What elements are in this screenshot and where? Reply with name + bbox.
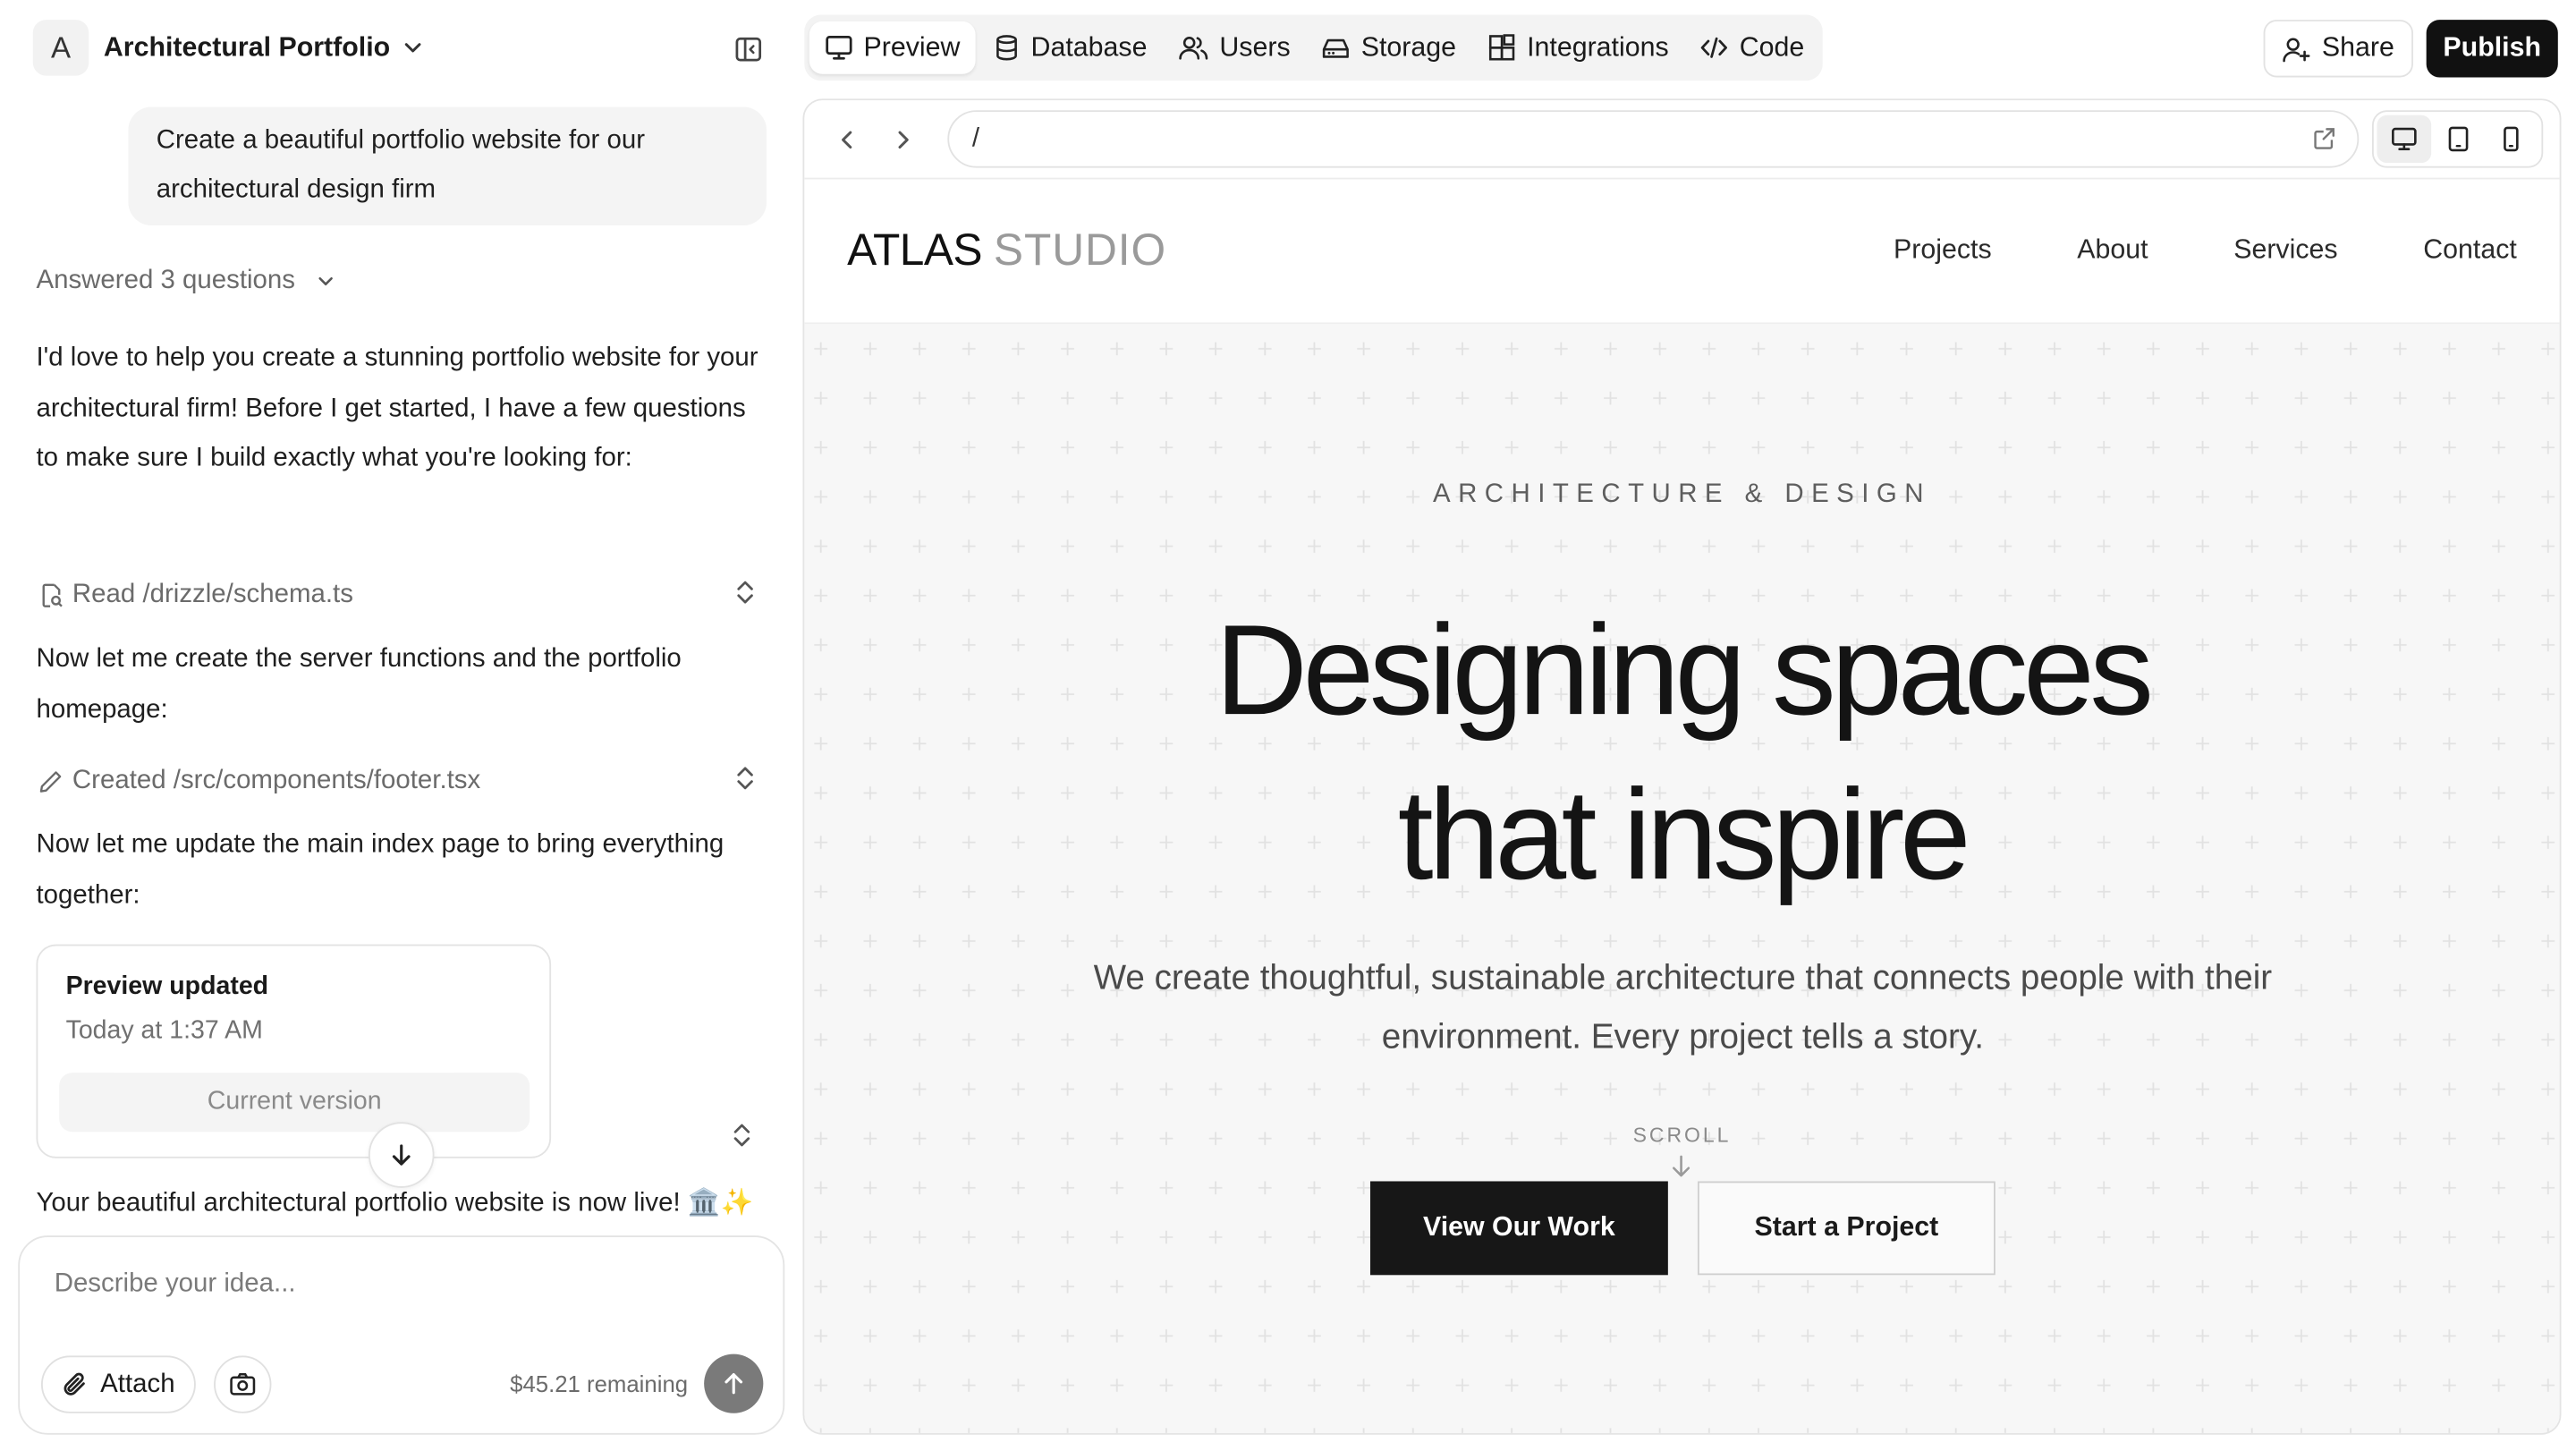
- integrations-icon: [1487, 33, 1517, 63]
- project-avatar: A: [32, 20, 89, 76]
- nav-link-about[interactable]: About: [2077, 235, 2148, 267]
- send-button[interactable]: [704, 1353, 764, 1413]
- view-our-work-button[interactable]: View Our Work: [1369, 1181, 1668, 1276]
- share-button[interactable]: Share: [2263, 20, 2413, 78]
- preview-card-title: Preview updated: [65, 972, 269, 1001]
- project-switcher[interactable]: A Architectural Portfolio: [32, 20, 427, 76]
- paperclip-icon: [61, 1370, 89, 1398]
- chat-panel: A Architectural Portfolio Create a beaut…: [0, 0, 802, 1449]
- site-nav-links: Projects About Services Contact: [1808, 235, 2517, 267]
- arrow-up-icon: [721, 1370, 747, 1396]
- logo-secondary: STUDIO: [993, 225, 1167, 276]
- logo-primary: ATLAS: [847, 225, 983, 276]
- screenshot-button[interactable]: [214, 1355, 272, 1413]
- arrow-down-icon: [1670, 1153, 1693, 1179]
- credits-remaining: $45.21 remaining: [510, 1370, 689, 1397]
- back-button[interactable]: [831, 123, 864, 157]
- chevron-right-icon: [892, 128, 915, 151]
- preview-frame: / ATLAS STUDIO Projects About Services C…: [802, 98, 2562, 1435]
- storage-icon: [1322, 33, 1352, 63]
- current-version-button[interactable]: Current version: [59, 1073, 530, 1133]
- hero-eyebrow: ARCHITECTURE & DESIGN: [1432, 480, 1931, 509]
- tab-database[interactable]: Database: [977, 21, 1162, 74]
- scroll-indicator-label: SCROLL: [1632, 1124, 1732, 1147]
- tab-storage[interactable]: Storage: [1307, 21, 1471, 74]
- chat-thread[interactable]: Create a beautiful portfolio website for…: [0, 92, 802, 1224]
- site-preview: ATLAS STUDIO Projects About Services Cont…: [804, 179, 2560, 1433]
- main-tabs: Preview Database Users Storage Integrati…: [804, 14, 1823, 81]
- answered-label: Answered 3 questions: [36, 266, 296, 295]
- monitor-icon: [824, 33, 853, 63]
- pencil-icon: [36, 767, 65, 796]
- nav-link-contact[interactable]: Contact: [2423, 235, 2517, 267]
- browser-toolbar: /: [804, 100, 2560, 180]
- file-search-icon: [36, 581, 65, 610]
- assistant-message: Your beautiful architectural portfolio w…: [36, 1189, 754, 1218]
- headline-line-2: that inspire: [1397, 761, 1971, 907]
- tab-label: Integrations: [1527, 31, 1669, 62]
- tab-label: Database: [1030, 31, 1148, 62]
- nav-link-projects[interactable]: Projects: [1894, 235, 1992, 267]
- answered-questions-toggle[interactable]: Answered 3 questions: [36, 267, 337, 296]
- assistant-message: I'd love to help you create a stunning p…: [36, 344, 758, 472]
- chevron-left-icon: [835, 128, 859, 151]
- hero-headline: Designing spaces that inspire: [804, 588, 2559, 917]
- tool-call-created[interactable]: Created /src/components/footer.tsx: [36, 762, 767, 802]
- attach-button[interactable]: Attach: [40, 1355, 197, 1413]
- project-name: Architectural Portfolio: [103, 31, 391, 62]
- assistant-message: Now let me create the server functions a…: [36, 644, 682, 724]
- expand-icon[interactable]: [731, 1122, 754, 1157]
- expand-icon[interactable]: [733, 765, 757, 800]
- tab-integrations[interactable]: Integrations: [1472, 21, 1683, 74]
- sidebar-toggle-icon[interactable]: [731, 31, 767, 67]
- attach-label: Attach: [100, 1370, 175, 1398]
- code-icon: [1700, 33, 1730, 63]
- assistant-message: Now let me update the main index page to…: [36, 830, 724, 910]
- users-icon: [1178, 33, 1209, 63]
- user-message: Create a beautiful portfolio website for…: [128, 106, 767, 225]
- database-icon: [991, 33, 1021, 63]
- external-link-icon[interactable]: [2311, 125, 2337, 151]
- desktop-view-button[interactable]: [2377, 115, 2431, 164]
- tablet-view-button[interactable]: [2431, 115, 2485, 163]
- site-navbar: ATLAS STUDIO Projects About Services Cont…: [804, 179, 2560, 325]
- tab-label: Storage: [1360, 31, 1457, 62]
- tool-call-label: Read /drizzle/schema.ts: [72, 581, 353, 609]
- scroll-to-bottom-button[interactable]: [368, 1122, 435, 1188]
- device-switcher: [2371, 110, 2544, 168]
- site-logo[interactable]: ATLAS STUDIO: [847, 225, 1166, 276]
- chevron-down-icon: [315, 270, 338, 293]
- tablet-icon: [2444, 125, 2471, 153]
- tab-label: Preview: [863, 31, 961, 62]
- hero-section: ARCHITECTURE & DESIGN Designing spaces t…: [804, 324, 2560, 1433]
- url-text: /: [971, 123, 980, 153]
- user-plus-icon: [2283, 34, 2312, 64]
- chevron-down-icon: [400, 35, 426, 61]
- forward-button[interactable]: [886, 123, 919, 157]
- headline-line-1: Designing spaces: [1215, 597, 2154, 742]
- hero-subtitle: We create thoughtful, sustainable archit…: [1093, 959, 2273, 1056]
- url-input[interactable]: /: [947, 110, 2360, 168]
- publish-button[interactable]: Publish: [2426, 20, 2558, 78]
- tool-call-read[interactable]: Read /drizzle/schema.ts: [36, 576, 767, 615]
- tab-users[interactable]: Users: [1164, 21, 1305, 74]
- tool-call-label: Created /src/components/footer.tsx: [72, 767, 481, 795]
- preview-card-time: Today at 1:37 AM: [65, 1016, 263, 1045]
- preview-updated-card[interactable]: Preview updated Today at 1:37 AM Current…: [36, 944, 552, 1158]
- tab-code[interactable]: Code: [1685, 21, 1819, 74]
- monitor-icon: [2390, 125, 2418, 153]
- tab-preview[interactable]: Preview: [809, 21, 976, 74]
- share-label: Share: [2321, 32, 2394, 63]
- expand-icon[interactable]: [733, 579, 757, 614]
- nav-link-services[interactable]: Services: [2233, 235, 2337, 267]
- smartphone-icon: [2497, 125, 2525, 153]
- arrow-down-icon: [388, 1141, 414, 1167]
- camera-icon: [229, 1370, 257, 1398]
- tab-label: Code: [1739, 31, 1805, 62]
- tab-label: Users: [1219, 31, 1291, 62]
- composer: Attach $45.21 remaining: [18, 1235, 785, 1435]
- prompt-input[interactable]: [54, 1269, 713, 1300]
- mobile-view-button[interactable]: [2485, 115, 2538, 163]
- start-project-button[interactable]: Start a Project: [1697, 1181, 1996, 1276]
